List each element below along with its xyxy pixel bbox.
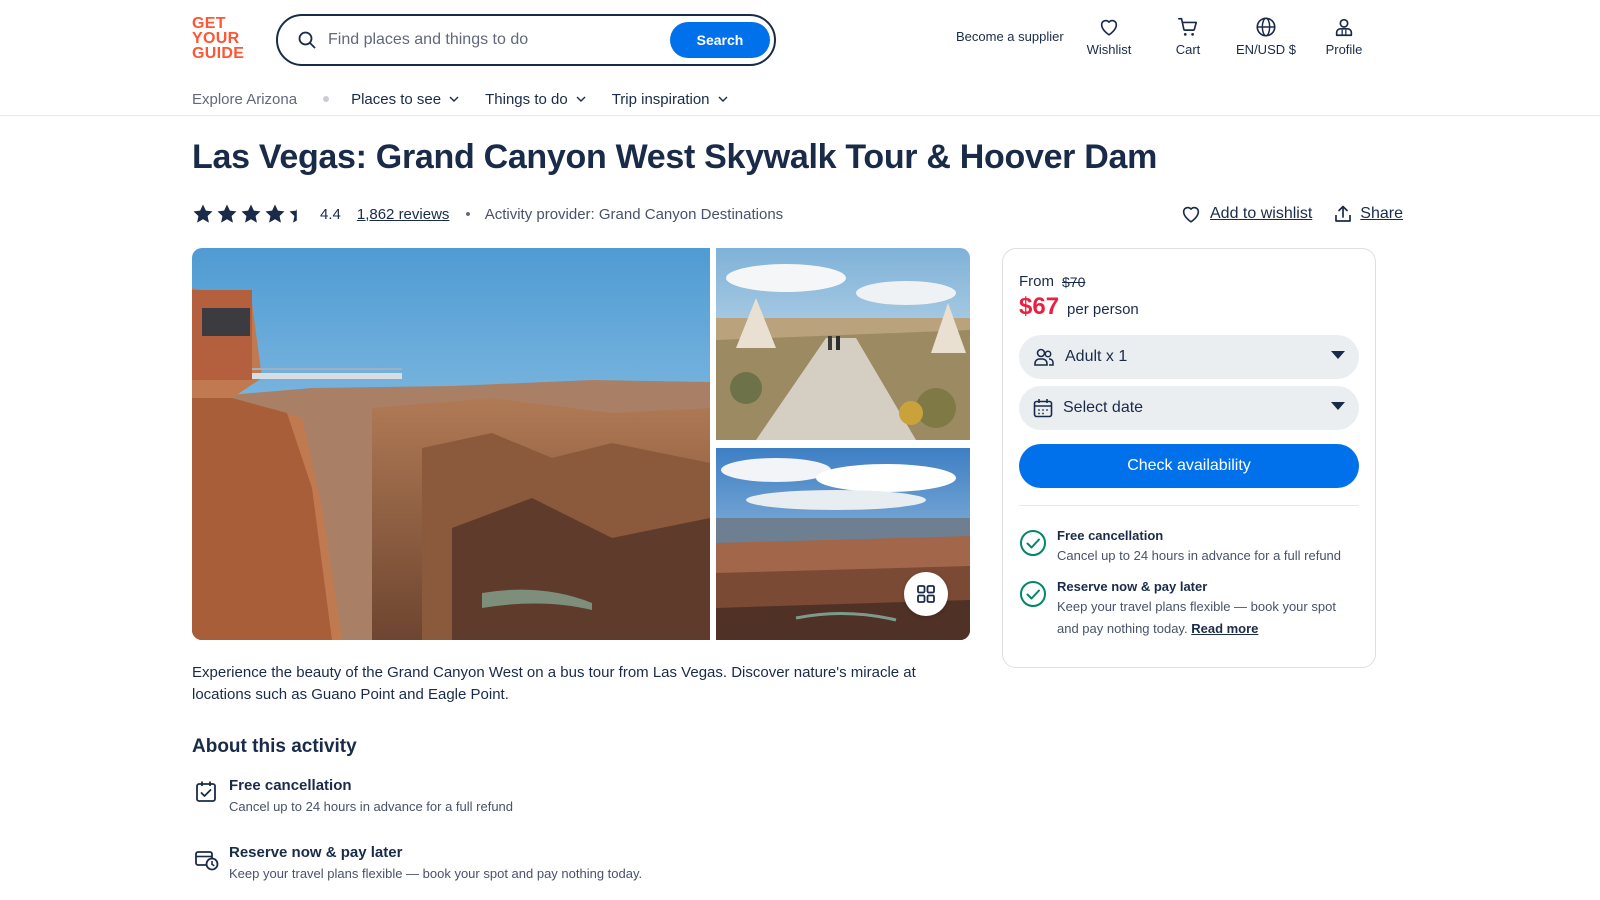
participants-value: Adult x 1 [1065,348,1128,365]
grid-icon [917,585,935,603]
nav-trip-inspiration[interactable]: Trip inspiration [612,91,728,108]
logo-line-2: YOUR [192,30,240,47]
activity-provider: Activity provider: Grand Canyon Destinat… [484,205,784,223]
about-item-text: Keep your travel plans flexible — book y… [229,866,643,881]
share-button[interactable]: Share [1334,205,1403,223]
profile-icon [1335,18,1353,37]
participants-icon [1034,348,1054,366]
perk-title: Free cancellation [1057,528,1164,543]
check-circle-icon [1020,530,1046,556]
current-price: $67 [1019,293,1060,320]
perk-reserve-now: Reserve now & pay later Keep your travel… [1019,578,1359,640]
cart-label: Cart [1175,42,1201,57]
gallery-main-photo[interactable] [192,248,710,640]
check-availability-button[interactable]: Check availability [1019,444,1359,488]
nav-places-to-see[interactable]: Places to see [351,91,459,108]
cart-nav[interactable]: Cart [1148,16,1228,57]
cart-icon [1178,17,1198,36]
share-icon [1335,205,1352,222]
search-icon [296,29,318,51]
participants-select[interactable]: Adult x 1 [1019,335,1359,379]
separator-dot [323,96,330,102]
gallery-grid-button[interactable] [904,572,948,616]
language-currency-nav[interactable]: EN/USD $ [1226,16,1306,57]
site-header: GET YOUR GUIDE Search Become a supplier … [0,0,1600,116]
skywalk-canyon-image [192,248,710,640]
chevron-down-icon [718,96,728,102]
heart-icon [1100,19,1118,36]
star-icon [289,204,309,223]
perk-title: Reserve now & pay later [1057,579,1208,594]
booking-card: From $70 $67 per person Adult x 1 Select… [1002,248,1376,668]
check-circle-icon [1020,581,1046,607]
page-title: Las Vegas: Grand Canyon West Skywalk Tou… [192,138,1158,176]
calendar-check-icon [196,781,216,802]
read-more-link[interactable]: Read more [1191,621,1258,636]
add-to-wishlist-button[interactable]: Add to wishlist [1180,203,1312,225]
star-icon [217,204,237,223]
about-item-title: Reserve now & pay later [229,844,403,861]
nav-trip-label: Trip inspiration [611,90,710,108]
profile-nav[interactable]: Profile [1304,16,1384,57]
nav-things-to-do[interactable]: Things to do [485,91,586,108]
add-to-wishlist-label: Add to wishlist [1210,205,1313,222]
about-item-free-cancellation: Free cancellation Cancel up to 24 hours … [192,776,513,818]
price-from: From $70 [1019,273,1085,290]
date-select[interactable]: Select date [1019,386,1359,430]
date-value: Select date [1063,399,1144,416]
search-input[interactable] [328,31,668,49]
calendar-icon [1033,399,1053,418]
separator-dot: • [465,205,471,223]
chevron-down-icon [576,96,586,102]
activity-description: Experience the beauty of the Grand Canyo… [192,664,916,703]
desert-path-image [716,248,970,440]
perk-text: Keep your travel plans flexible — book y… [1057,596,1359,640]
wallet-clock-icon [195,851,219,871]
from-label: From [1019,273,1054,290]
rating-row: 4.4 1,862 reviews • Activity provider: G… [192,200,783,228]
page-actions: Add to wishlist Share [1180,200,1403,228]
nav-things-label: Things to do [485,90,568,108]
about-item-text: Cancel up to 24 hours in advance for a f… [229,799,514,814]
nav-places-label: Places to see [351,90,442,108]
language-currency-label: EN/USD $ [1236,42,1296,57]
about-heading: About this activity [192,736,357,757]
about-item-reserve-now: Reserve now & pay later Keep your travel… [192,843,642,885]
perk-text: Cancel up to 24 hours in advance for a f… [1057,548,1342,563]
caret-down-icon [1331,402,1345,410]
wishlist-nav[interactable]: Wishlist [1069,16,1149,57]
star-icon [265,204,285,223]
price-row: $67 per person [1019,293,1139,321]
become-supplier-link[interactable]: Become a supplier [956,29,1064,44]
search-bar: Search [276,14,776,66]
share-label: Share [1360,205,1403,222]
search-button[interactable]: Search [670,22,770,58]
wishlist-label: Wishlist [1086,42,1132,57]
about-item-title: Free cancellation [229,777,352,794]
divider [1019,505,1359,506]
globe-icon [1256,17,1276,37]
getyourguide-logo[interactable]: GET YOUR GUIDE [192,16,254,64]
chevron-down-icon [449,96,459,102]
original-price: $70 [1062,273,1086,290]
star-icon [241,204,261,223]
logo-line-3: GUIDE [192,45,245,62]
logo-line-1: GET [192,15,226,32]
reviews-link[interactable]: 1,862 reviews [357,206,450,223]
sub-navigation: Explore Arizona Places to see Things to … [192,88,754,110]
gallery-photo-2[interactable] [716,248,970,440]
perk-free-cancellation: Free cancellation Cancel up to 24 hours … [1019,527,1359,567]
heart-icon [1182,206,1200,223]
caret-down-icon [1331,351,1345,359]
rating-value: 4.4 [320,205,341,223]
per-person-label: per person [1067,301,1139,318]
star-icon [193,204,213,223]
breadcrumb-explore[interactable]: Explore Arizona [192,91,297,108]
star-rating [192,203,312,225]
profile-label: Profile [1325,42,1363,57]
